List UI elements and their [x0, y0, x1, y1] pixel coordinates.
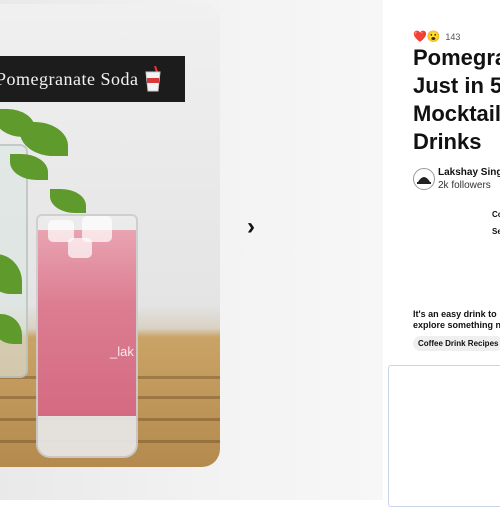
pin-description: It's an easy drink to explore something … [413, 309, 500, 330]
tag-chip-coffee-drink-recipes[interactable]: Coffee Drink Recipes [413, 336, 500, 351]
reaction-count: 143 [445, 32, 461, 42]
heart-reaction-icon: ❤️ [413, 31, 427, 43]
chevron-right-icon: › [247, 213, 255, 240]
comments-panel[interactable] [388, 365, 500, 507]
wow-reaction-icon: 😮 [426, 31, 441, 43]
creator-avatar[interactable] [413, 168, 435, 190]
reactions-summary[interactable]: ❤️ 😮 143 [413, 31, 460, 43]
creator-name[interactable]: Lakshay Sing [438, 167, 500, 178]
pin-details-pane: ❤️ 😮 143 Pomegra Just in 5 Mocktail Drin… [383, 0, 500, 507]
pin-photo[interactable]: _lak Pomegranate Soda [0, 4, 220, 467]
truncated-side-label[interactable]: Co [492, 210, 500, 219]
soda-cup-icon [144, 65, 162, 92]
truncated-side-label[interactable]: Se [492, 227, 500, 236]
next-image-button[interactable]: › [237, 212, 265, 242]
overlay-title: Pomegranate Soda [0, 68, 139, 89]
drink-glass [36, 214, 138, 458]
plant-leaf [50, 189, 86, 213]
pin-image-pane: _lak Pomegranate Soda › [0, 0, 383, 500]
ice-cube [68, 238, 92, 258]
hat-logo-icon [417, 177, 431, 184]
overlay-title-banner: Pomegranate Soda [0, 56, 185, 102]
glass-base [38, 416, 136, 456]
pin-title: Pomegra Just in 5 Mocktail Drinks [413, 45, 500, 154]
image-watermark: _lak [110, 344, 134, 359]
creator-followers: 2k followers [438, 180, 491, 191]
